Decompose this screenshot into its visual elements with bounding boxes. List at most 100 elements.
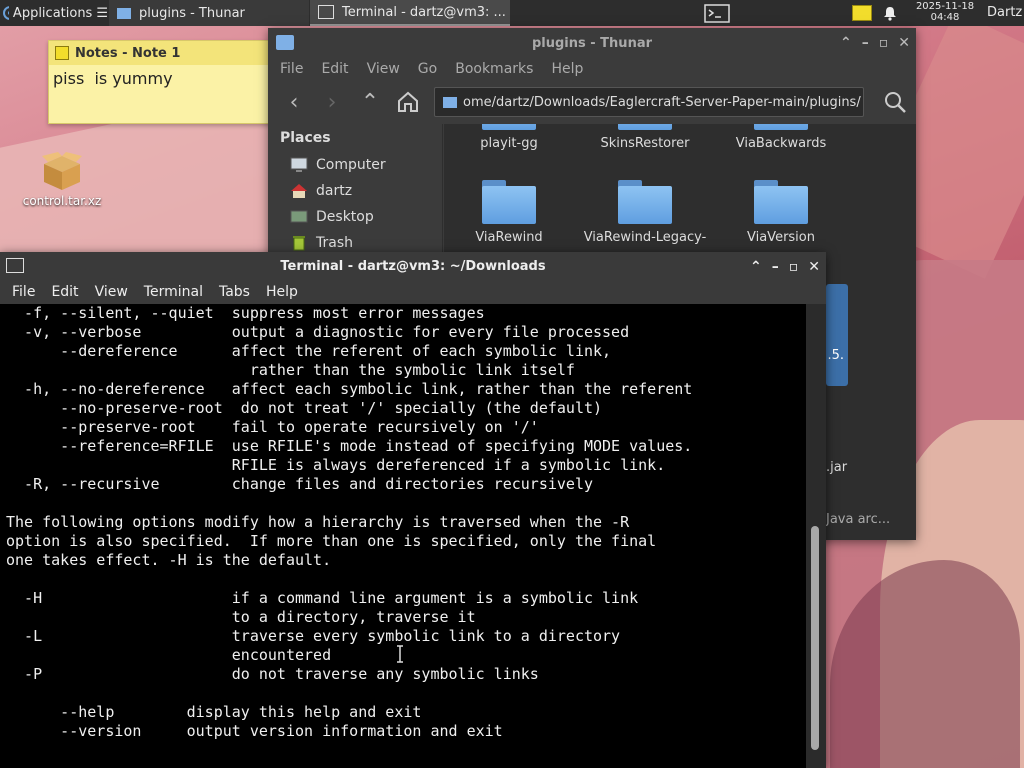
shade-button[interactable]: ⌃ bbox=[750, 259, 762, 275]
terminal-line: option is also specified. If more than o… bbox=[6, 532, 657, 550]
back-button[interactable]: ‹ bbox=[282, 90, 306, 115]
status-fragment: Java arc... bbox=[826, 512, 891, 527]
taskbar-item-terminal[interactable]: Terminal - dartz@vm3: ... bbox=[310, 0, 510, 26]
menu-view[interactable]: View bbox=[95, 284, 128, 300]
sidebar-item-dartz[interactable]: dartz bbox=[268, 178, 442, 204]
scrollbar-thumb[interactable] bbox=[811, 526, 819, 750]
notification-bell-icon[interactable] bbox=[882, 5, 898, 21]
clock[interactable]: 2025-11-18 04:48 bbox=[906, 1, 984, 23]
desktop-icon bbox=[290, 210, 308, 223]
desktop-icon-label: control.tar.xz bbox=[22, 194, 102, 208]
terminal-line: -P do not traverse any symbolic links bbox=[6, 665, 539, 683]
folder-item[interactable]: ViaBackwards bbox=[716, 124, 846, 151]
terminal-icon bbox=[318, 5, 334, 19]
folder-item[interactable]: ViaRewind bbox=[444, 180, 574, 245]
terminal-line: --no-preserve-root do not treat '/' spec… bbox=[6, 399, 603, 417]
menu-help[interactable]: Help bbox=[266, 284, 298, 300]
terminal-titlebar[interactable]: Terminal - dartz@vm3: ~/Downloads ⌃ – ▫ … bbox=[0, 252, 826, 280]
folder-item[interactable]: playit-gg bbox=[444, 124, 574, 151]
menu-edit[interactable]: Edit bbox=[321, 61, 348, 77]
xfce-logo-icon bbox=[3, 6, 9, 20]
note-titlebar[interactable]: Notes - Note 1 bbox=[49, 41, 295, 65]
sidebar-item-computer[interactable]: Computer bbox=[268, 152, 442, 178]
thunar-menubar: File Edit View Go Bookmarks Help bbox=[268, 58, 916, 80]
close-button[interactable]: ✕ bbox=[898, 35, 910, 51]
taskbar-item-thunar[interactable]: plugins - Thunar bbox=[109, 0, 309, 26]
terminal-menubar: File Edit View Terminal Tabs Help bbox=[0, 280, 826, 304]
window-title: Terminal - dartz@vm3: ~/Downloads bbox=[280, 258, 546, 274]
menu-go[interactable]: Go bbox=[418, 61, 437, 77]
menu-file[interactable]: File bbox=[12, 284, 35, 300]
terminal-line: RFILE is always dereferenced if a symbol… bbox=[6, 456, 666, 474]
applications-label: Applications bbox=[12, 5, 93, 21]
user-menu[interactable]: Dartz bbox=[987, 0, 1022, 26]
location-bar[interactable]: ome/dartz/Downloads/Eaglercraft-Server-P… bbox=[434, 87, 864, 117]
selected-file-highlight[interactable]: .5. bbox=[826, 284, 848, 386]
menu-terminal[interactable]: Terminal bbox=[144, 284, 203, 300]
terminal-line: -L traverse every symbolic link to a dir… bbox=[6, 627, 621, 645]
sticky-note-window[interactable]: Notes - Note 1 piss is yummy bbox=[48, 40, 296, 124]
folder-item[interactable]: ViaRewind-Legacy- bbox=[580, 180, 710, 245]
terminal-line: -f, --silent, --quiet suppress most erro… bbox=[6, 304, 485, 322]
top-panel: Applications ☰ plugins - Thunar Terminal… bbox=[0, 0, 1024, 26]
applications-menu-button[interactable]: Applications ☰ bbox=[0, 0, 108, 26]
folder-label: ViaBackwards bbox=[735, 136, 827, 151]
menu-edit[interactable]: Edit bbox=[51, 284, 78, 300]
file-label-fragment: .jar bbox=[826, 460, 848, 475]
menu-bookmarks[interactable]: Bookmarks bbox=[455, 61, 533, 77]
archive-icon bbox=[42, 152, 82, 190]
terminal-scrollbar[interactable] bbox=[806, 304, 826, 768]
sidebar-item-label: Desktop bbox=[316, 209, 374, 225]
window-title: plugins - Thunar bbox=[531, 35, 653, 51]
shade-button[interactable]: ⌃ bbox=[840, 35, 852, 51]
up-button[interactable]: ⌃ bbox=[358, 90, 382, 115]
location-path: ome/dartz/Downloads/Eaglercraft-Server-P… bbox=[463, 94, 861, 110]
folder-item[interactable]: SkinsRestorer bbox=[580, 124, 710, 151]
minimize-button[interactable]: – bbox=[772, 259, 779, 275]
terminal-line: rather than the symbolic link itself bbox=[6, 361, 575, 379]
desktop-icon-control-tar[interactable]: control.tar.xz bbox=[14, 150, 110, 208]
folder-icon bbox=[443, 96, 457, 108]
maximize-button[interactable]: ▫ bbox=[789, 259, 799, 275]
note-title: Notes - Note 1 bbox=[75, 45, 181, 61]
note-text[interactable]: piss is yummy bbox=[49, 65, 295, 92]
terminal-line: to a directory, traverse it bbox=[6, 608, 476, 626]
terminal-line: -H if a command line argument is a symbo… bbox=[6, 589, 639, 607]
note-icon bbox=[55, 46, 69, 60]
sidebar-item-label: Computer bbox=[316, 157, 386, 173]
terminal-line: The following options modify how a hiera… bbox=[6, 513, 630, 531]
maximize-button[interactable]: ▫ bbox=[879, 35, 889, 51]
terminal-line: --help display this help and exit bbox=[6, 703, 422, 721]
folder-item[interactable]: ViaVersion bbox=[716, 180, 846, 245]
terminal-line: one takes effect. -H is the default. bbox=[6, 551, 332, 569]
text-cursor-icon bbox=[397, 645, 403, 663]
menu-view[interactable]: View bbox=[367, 61, 400, 77]
terminal-window[interactable]: Terminal - dartz@vm3: ~/Downloads ⌃ – ▫ … bbox=[0, 252, 826, 768]
terminal-line: -R, --recursive change files and directo… bbox=[6, 475, 593, 493]
folder-icon bbox=[117, 7, 131, 19]
menu-tabs[interactable]: Tabs bbox=[219, 284, 250, 300]
terminal-line: encountered bbox=[6, 646, 332, 664]
folder-icon bbox=[618, 180, 672, 224]
search-icon[interactable] bbox=[882, 89, 908, 115]
terminal-line: --dereference affect the referent of eac… bbox=[6, 342, 612, 360]
folder-icon bbox=[482, 124, 536, 130]
thunar-titlebar[interactable]: plugins - Thunar ⌃ – ▫ ✕ bbox=[268, 28, 916, 58]
notes-tray-icon[interactable] bbox=[852, 5, 872, 21]
forward-button[interactable]: › bbox=[320, 90, 344, 115]
terminal-line: --reference=RFILE use RFILE's mode inste… bbox=[6, 437, 693, 455]
folder-icon bbox=[754, 124, 808, 130]
menu-help[interactable]: Help bbox=[551, 61, 583, 77]
sidebar-item-desktop[interactable]: Desktop bbox=[268, 204, 442, 230]
folder-icon bbox=[482, 180, 536, 224]
minimize-button[interactable]: – bbox=[862, 35, 869, 51]
terminal-output[interactable]: -f, --silent, --quiet suppress most erro… bbox=[0, 304, 806, 768]
menu-file[interactable]: File bbox=[280, 61, 303, 77]
terminal-launcher-icon[interactable] bbox=[704, 2, 734, 24]
folder-label: playit-gg bbox=[480, 136, 538, 151]
close-button[interactable]: ✕ bbox=[808, 259, 820, 275]
home-icon[interactable] bbox=[396, 90, 420, 114]
taskbar-item-label: Terminal - dartz@vm3: ... bbox=[342, 4, 506, 20]
